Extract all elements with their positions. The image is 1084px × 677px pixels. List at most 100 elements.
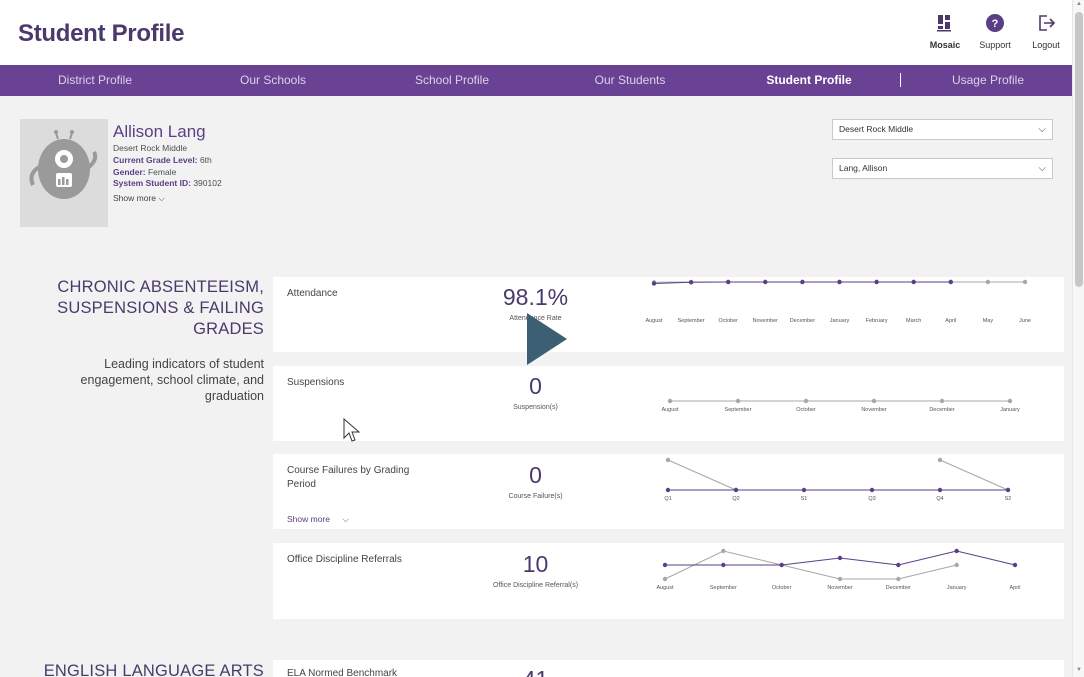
nav-student-profile[interactable]: Student Profile — [724, 65, 894, 96]
data-point[interactable] — [1005, 487, 1011, 493]
x-tick-label: January — [830, 318, 850, 324]
course-failures-show-more[interactable]: Show more ⌵ — [287, 514, 349, 525]
x-tick-label: Q4 — [936, 496, 943, 502]
data-point[interactable] — [954, 548, 959, 554]
data-point[interactable] — [651, 281, 657, 286]
data-point[interactable] — [763, 279, 768, 285]
x-tick-label: April — [1009, 585, 1020, 591]
data-point[interactable] — [1022, 279, 1028, 285]
chevron-down-icon: ⌵ — [158, 193, 165, 203]
series-line — [667, 459, 737, 491]
data-point[interactable] — [837, 576, 843, 582]
chevron-down-icon: ⌵ — [1038, 163, 1046, 174]
data-point[interactable] — [735, 398, 741, 404]
section-desc-line: Leading indicators of student — [104, 357, 264, 371]
x-tick-label: December — [886, 585, 912, 591]
data-point[interactable] — [662, 576, 668, 582]
x-tick-label: October — [796, 407, 816, 413]
data-point[interactable] — [954, 562, 959, 568]
chevron-down-icon: ⌵ — [1038, 124, 1046, 135]
main-nav: District Profile Our Schools School Prof… — [0, 65, 1072, 96]
nav-district-profile[interactable]: District Profile — [10, 65, 180, 96]
x-tick-label: November — [861, 407, 887, 413]
data-point[interactable] — [800, 279, 805, 285]
data-point[interactable] — [779, 562, 784, 568]
data-point[interactable] — [662, 562, 668, 568]
x-tick-label: February — [866, 318, 888, 324]
scroll-down-icon[interactable]: ▼ — [1075, 667, 1083, 673]
profile-show-more-link[interactable]: Show more ⌵ — [113, 193, 165, 204]
data-point[interactable] — [837, 279, 842, 285]
logout-label: Logout — [1032, 40, 1060, 50]
ela-card: ELA Normed Benchmark 41 — [273, 660, 1064, 677]
gender: Gender: Female — [113, 167, 176, 177]
nav-usage-profile[interactable]: Usage Profile — [903, 65, 1073, 96]
attendance-chart-svg: August September October November December Ja… — [645, 279, 1031, 324]
suspensions-card: Suspensions 0 Suspension(s) August Septem… — [273, 366, 1064, 441]
data-point[interactable] — [801, 487, 807, 493]
course-failures-value: 0 — [529, 462, 542, 488]
data-point[interactable] — [874, 279, 879, 285]
attendance-chart: August September October November December Ja… — [633, 277, 1053, 353]
logout-button[interactable]: Logout — [1021, 12, 1071, 50]
student-select-value: Lang, Allison — [839, 163, 888, 173]
data-point[interactable] — [837, 555, 843, 561]
data-point[interactable] — [733, 487, 739, 493]
svg-text:?: ? — [992, 18, 999, 30]
student-id-value: 390102 — [193, 178, 222, 188]
data-point[interactable] — [939, 398, 945, 404]
data-point[interactable] — [985, 279, 991, 285]
school-select-value: Desert Rock Middle — [839, 124, 914, 134]
nav-school-profile[interactable]: School Profile — [367, 65, 537, 96]
data-point[interactable] — [688, 280, 694, 285]
student-id-label: System Student ID: — [113, 178, 191, 188]
data-point[interactable] — [869, 487, 875, 493]
nav-our-schools[interactable]: Our Schools — [188, 65, 358, 96]
data-point[interactable] — [896, 562, 901, 568]
school-select[interactable]: Desert Rock Middle ⌵ — [832, 119, 1053, 140]
section-title-line: SUSPENSIONS & FAILING — [57, 299, 264, 317]
x-tick-label: September — [710, 585, 737, 591]
play-icon[interactable] — [527, 313, 567, 365]
suspensions-sub: Suspension(s) — [513, 404, 558, 411]
support-button[interactable]: ? Support — [970, 12, 1020, 50]
student-school: Desert Rock Middle — [113, 143, 188, 153]
logout-icon — [1039, 15, 1056, 31]
x-tick-label: June — [1019, 318, 1031, 324]
nav-our-students[interactable]: Our Students — [545, 65, 715, 96]
app-header: Student Profile Mosaic ? Support Logout — [0, 0, 1072, 65]
data-point[interactable] — [665, 457, 671, 463]
data-point[interactable] — [896, 576, 901, 582]
attendance-card: Attendance 98.1% Attendance Rate August S… — [273, 277, 1064, 352]
mosaic-button[interactable]: Mosaic — [920, 12, 970, 50]
course-failures-chart: Q1 Q2 S1 Q3 Q4 S2 — [633, 454, 1053, 530]
data-point[interactable] — [803, 398, 809, 404]
data-point[interactable] — [871, 398, 877, 404]
data-point[interactable] — [937, 457, 943, 463]
x-tick-label: April — [945, 318, 956, 324]
data-point[interactable] — [1007, 398, 1013, 404]
avatar — [20, 119, 108, 227]
scroll-up-icon[interactable]: ▲ — [1075, 1, 1083, 7]
support-label: Support — [979, 40, 1011, 50]
data-point[interactable] — [911, 279, 916, 285]
page-scrollbar[interactable]: ▲ ▼ — [1072, 0, 1084, 677]
section-title-absenteeism: CHRONIC ABSENTEEISM, SUSPENSIONS & FAILI… — [30, 277, 264, 340]
x-tick-label: October — [772, 585, 792, 591]
data-point[interactable] — [1012, 562, 1018, 568]
x-tick-label: S2 — [1005, 496, 1012, 502]
odr-value: 10 — [522, 551, 549, 577]
x-tick-label: May — [983, 318, 994, 324]
data-point[interactable] — [667, 398, 673, 404]
data-point[interactable] — [665, 487, 671, 493]
data-point[interactable] — [948, 279, 953, 285]
data-point[interactable] — [721, 548, 726, 554]
data-point[interactable] — [726, 279, 731, 285]
student-select[interactable]: Lang, Allison ⌵ — [832, 158, 1053, 179]
x-tick-label: January — [947, 585, 967, 591]
data-point[interactable] — [721, 562, 726, 568]
scroll-thumb[interactable] — [1075, 12, 1083, 287]
x-tick-label: Q3 — [868, 496, 875, 502]
data-point[interactable] — [937, 487, 943, 493]
nav-divider — [900, 73, 901, 87]
